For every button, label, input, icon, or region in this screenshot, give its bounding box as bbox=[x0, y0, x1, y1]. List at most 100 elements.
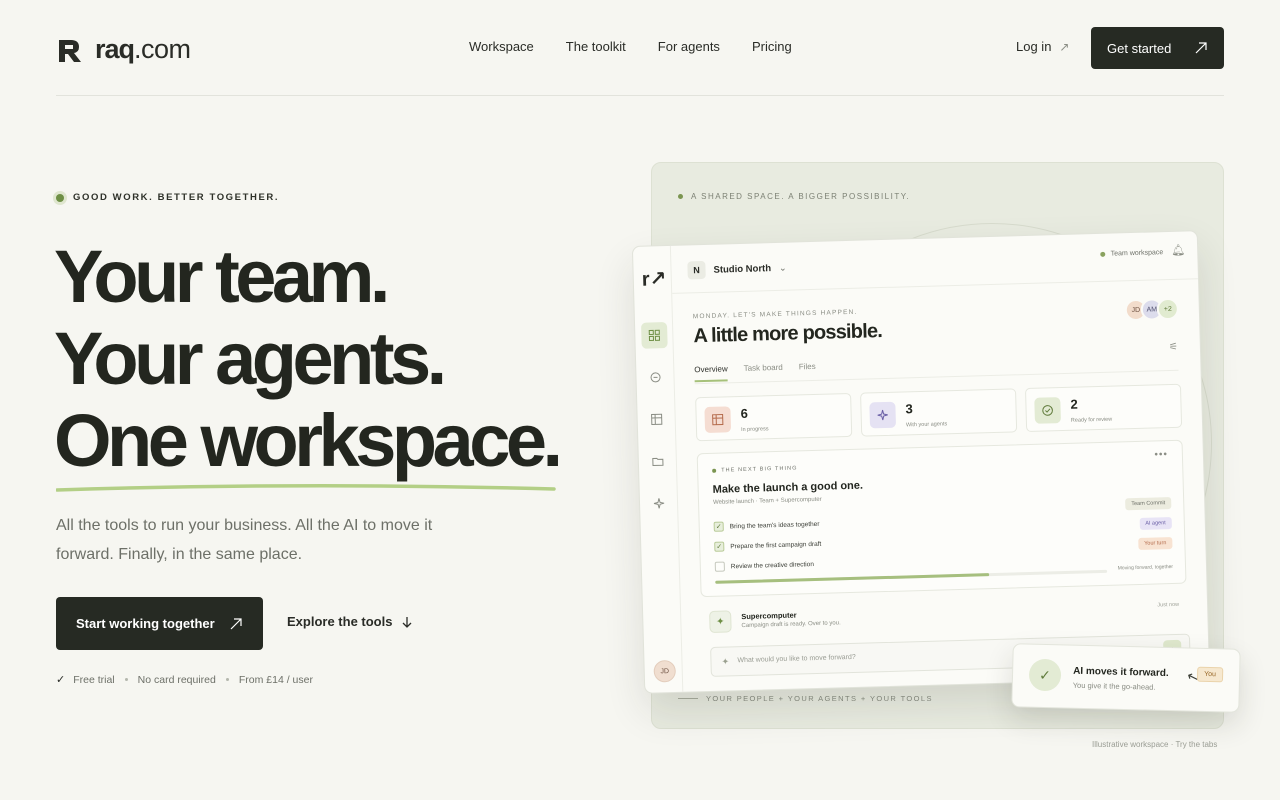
perks-list: ✓ Free trial No card required From £14 /… bbox=[56, 673, 313, 687]
stat-card-in-progress[interactable]: 6 In progress bbox=[695, 392, 853, 442]
task-label: Prepare the first campaign draft bbox=[730, 540, 822, 550]
chevron-down-icon: ⌄ bbox=[778, 262, 787, 273]
status-dot-icon bbox=[678, 194, 683, 199]
workspace-switcher[interactable]: N Studio North ⌄ bbox=[687, 259, 787, 280]
checkbox-checked[interactable]: ✓ bbox=[714, 541, 725, 552]
headline-line-2: Your agents. bbox=[54, 317, 447, 400]
arrow-down-icon bbox=[403, 616, 412, 628]
stat-value: 6 bbox=[740, 405, 749, 422]
logo[interactable]: raq.com bbox=[57, 34, 191, 65]
agent-name: Supercomputer bbox=[741, 610, 797, 622]
agent-timestamp: Just now bbox=[1157, 601, 1180, 609]
showcase-caption: Illustrative workspace · Try the tabs bbox=[1092, 740, 1218, 749]
hero-subtext: All the tools to run your business. All … bbox=[56, 517, 433, 563]
app-preview-window: r↗ JD N Studio North ⌄ Team workspace 🔔︎ bbox=[631, 230, 1211, 694]
sparkle-icon[interactable] bbox=[646, 490, 673, 517]
dashboard-title: A little more possible. bbox=[693, 320, 883, 348]
stat-card-ready-review[interactable]: 2 Ready for review bbox=[1024, 383, 1183, 433]
nav-link-workspace[interactable]: Workspace bbox=[469, 39, 534, 54]
task-tag: Team Commit bbox=[1125, 497, 1172, 511]
tab-files[interactable]: Files bbox=[799, 362, 816, 379]
progress-label: Moving forward, together bbox=[1117, 564, 1174, 572]
panel-eyebrow: A SHARED SPACE. A BIGGER POSSIBILITY. bbox=[678, 192, 910, 201]
get-started-label: Get started bbox=[1107, 40, 1172, 56]
arrow-up-right-icon bbox=[230, 617, 242, 629]
task-item[interactable]: ✓ Bring the team's ideas together bbox=[713, 519, 820, 532]
headline-line-1: Your team. bbox=[54, 235, 390, 318]
panel-eyebrow-text: A SHARED SPACE. A BIGGER POSSIBILITY. bbox=[691, 192, 911, 201]
headline-line-3: One workspace. bbox=[54, 399, 563, 482]
workspace-initial: N bbox=[687, 260, 706, 280]
bell-icon[interactable]: 🔔︎ bbox=[1171, 244, 1185, 257]
task-tag: AI agent bbox=[1139, 517, 1172, 530]
checkbox-checked[interactable]: ✓ bbox=[713, 521, 724, 532]
dashboard-tabs: Overview Task board Files bbox=[694, 362, 816, 383]
task-tag: Your turn bbox=[1138, 537, 1173, 550]
folder-icon[interactable] bbox=[645, 448, 672, 475]
card-eyebrow-text: THE NEXT BIG THING bbox=[721, 465, 798, 474]
task-item[interactable]: Review the creative direction bbox=[714, 559, 815, 572]
headline-underline bbox=[56, 483, 556, 492]
nav-link-toolkit[interactable]: The toolkit bbox=[566, 39, 626, 54]
workspace-name: Studio North bbox=[713, 262, 772, 276]
get-started-button[interactable]: Get started bbox=[1091, 27, 1224, 69]
card-meta: Website launch · Team + Supercomputer bbox=[712, 496, 822, 506]
nav-link-for-agents[interactable]: For agents bbox=[658, 39, 720, 54]
status-dot-icon bbox=[712, 468, 717, 473]
user-avatar[interactable]: JD bbox=[653, 659, 677, 683]
app-sidebar: r↗ JD bbox=[632, 245, 684, 693]
stat-label: Ready for review bbox=[1070, 416, 1113, 424]
logo-mark-icon bbox=[59, 39, 81, 62]
separator-dot bbox=[225, 678, 229, 681]
explore-tools-label: Explore the tools bbox=[287, 614, 393, 629]
login-label: Log in bbox=[1016, 39, 1052, 54]
card-title: Make the launch a good one. bbox=[712, 479, 864, 496]
hero-eyebrow-text: GOOD WORK. BETTER TOGETHER. bbox=[73, 192, 280, 203]
nav-link-pricing[interactable]: Pricing bbox=[752, 39, 792, 54]
card-eyebrow: THE NEXT BIG THING bbox=[712, 465, 798, 474]
panel-footer: YOUR PEOPLE + YOUR AGENTS + YOUR TOOLS bbox=[678, 694, 933, 703]
stat-value: 3 bbox=[905, 401, 913, 417]
explore-tools-link[interactable]: Explore the tools bbox=[287, 614, 412, 629]
you-badge: You bbox=[1196, 666, 1224, 683]
more-options-icon[interactable]: ••• bbox=[1154, 449, 1168, 460]
sparkle-icon: ✦ bbox=[721, 656, 730, 667]
grid-icon[interactable] bbox=[641, 322, 668, 349]
ai-toast: ✓ AI moves it forward. You give it the g… bbox=[1011, 643, 1241, 713]
status-dot-icon bbox=[56, 193, 64, 202]
avatar-overflow: +2 bbox=[1156, 297, 1180, 321]
agent-message[interactable]: ✦ Supercomputer Campaign draft is ready.… bbox=[701, 596, 1188, 638]
progress-bar bbox=[715, 569, 1108, 584]
sliders-icon[interactable]: ⚟ bbox=[1169, 342, 1178, 353]
check-icon: ✓ bbox=[1028, 658, 1062, 692]
tab-overview[interactable]: Overview bbox=[694, 364, 729, 383]
toast-title: AI moves it forward. bbox=[1073, 665, 1169, 680]
agent-message-text: Campaign draft is ready. Over to you. bbox=[741, 620, 841, 630]
separator-dot bbox=[124, 678, 128, 681]
hero-headline: Your team. Your agents. One workspace. bbox=[54, 235, 563, 482]
project-card[interactable]: THE NEXT BIG THING ••• Make the launch a… bbox=[696, 439, 1187, 598]
task-item[interactable]: ✓ Prepare the first campaign draft bbox=[714, 539, 821, 552]
toast-subtitle: You give it the go-ahead. bbox=[1072, 680, 1156, 692]
greeting: MONDAY. LET'S MAKE THINGS HAPPEN. bbox=[692, 308, 858, 321]
logo-text: raq.com bbox=[95, 34, 191, 64]
task-label: Review the creative direction bbox=[730, 560, 815, 570]
chat-icon[interactable] bbox=[642, 364, 669, 391]
stat-value: 2 bbox=[1070, 396, 1078, 412]
nav-links: Workspace The toolkit For agents Pricing bbox=[469, 39, 792, 54]
arrow-up-right-icon: ↗ bbox=[1059, 39, 1070, 54]
checkbox-unchecked[interactable] bbox=[714, 561, 725, 572]
status-dot-icon bbox=[1100, 251, 1106, 257]
nav-divider bbox=[56, 95, 1224, 96]
tab-task-board[interactable]: Task board bbox=[744, 363, 784, 381]
app-logo[interactable]: r↗ bbox=[641, 266, 666, 292]
prompt-placeholder: What would you like to move forward? bbox=[737, 653, 856, 665]
stat-card-with-agents[interactable]: 3 With your agents bbox=[860, 388, 1018, 437]
table-icon[interactable] bbox=[643, 406, 670, 433]
member-avatars[interactable]: JD AM +2 bbox=[1124, 297, 1180, 322]
login-link[interactable]: Log in ↗ bbox=[1016, 39, 1069, 54]
start-working-button[interactable]: Start working together bbox=[56, 597, 263, 650]
sparkle-icon bbox=[869, 401, 897, 429]
check-icon: ✓ bbox=[56, 674, 66, 686]
perk-free-trial: Free trial bbox=[73, 673, 115, 686]
